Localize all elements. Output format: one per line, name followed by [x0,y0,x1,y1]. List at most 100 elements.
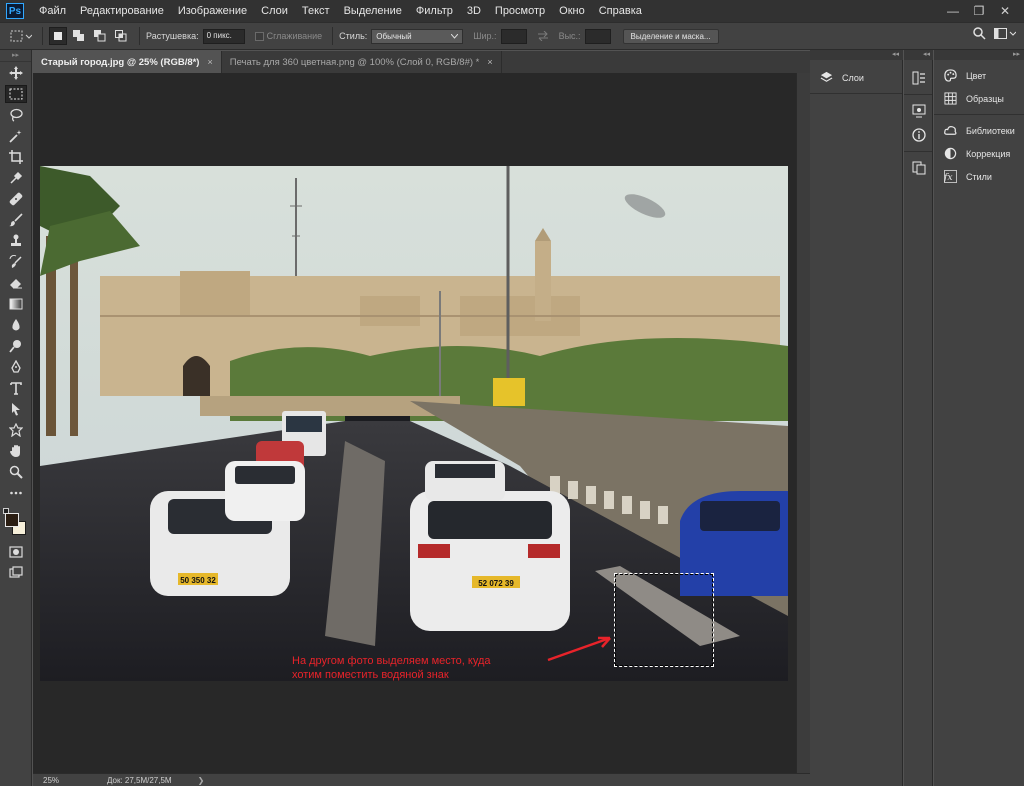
close-icon[interactable]: × [207,57,212,67]
hand-tool[interactable] [0,440,32,461]
add-selection-mode[interactable] [70,27,88,45]
menu-3d[interactable]: 3D [460,0,488,22]
quick-mask-tool[interactable] [0,541,32,562]
screen-mode-tool[interactable] [0,562,32,583]
blur-tool[interactable] [0,314,32,335]
collapse-right-icon[interactable]: ▸▸ [934,50,1024,60]
panel-layers-label: Слои [842,72,864,83]
select-and-mask-button[interactable]: Выделение и маска... [622,28,719,44]
zoom-level[interactable]: 25% [33,776,67,785]
tab-label: Старый город.jpg @ 25% (RGB/8*) [41,56,200,68]
foreground-color-swatch[interactable] [5,513,19,527]
menu-window[interactable]: Окно [552,0,592,22]
tab-old-city[interactable]: Старый город.jpg @ 25% (RGB/8*) × [33,51,222,73]
close-icon[interactable]: × [487,57,492,67]
intersect-selection-mode[interactable] [112,27,130,45]
navigator-panel-button[interactable] [904,99,933,123]
marquee-selection[interactable] [614,573,714,667]
photoshop-logo: Ps [6,3,24,19]
close-button[interactable]: ✕ [992,4,1018,18]
separator [934,114,1024,115]
panel-libraries[interactable]: Библиотеки [934,119,1024,142]
dodge-tool[interactable] [0,335,32,356]
menu-view[interactable]: Просмотр [488,0,552,22]
menu-type[interactable]: Текст [295,0,337,22]
collapse-layers-icon[interactable]: ◂◂ [810,50,903,60]
status-menu-icon[interactable]: ❯ [198,776,205,785]
path-selection-tool[interactable] [0,398,32,419]
swap-dimensions-icon[interactable] [537,31,549,41]
gradient-tool[interactable] [0,293,32,314]
options-bar: Растушевка: 0 пикс. Сглаживание Стиль: О… [0,22,1024,50]
width-input[interactable] [500,28,527,44]
droplet-icon [12,318,20,330]
menu-layer[interactable]: Слои [254,0,295,22]
pen-icon [11,359,21,373]
type-tool[interactable] [0,377,32,398]
move-tool[interactable] [0,62,32,83]
panel-swatches-label: Образцы [966,93,1004,104]
move-icon [9,65,23,80]
toolbar-grip[interactable]: ▸▸ [0,50,31,62]
search-icon[interactable] [973,27,986,40]
vertical-scrollbar[interactable] [796,73,810,773]
panel-color-label: Цвет [966,70,987,81]
menu-filter[interactable]: Фильтр [409,0,460,22]
history-brush-tool[interactable] [0,251,32,272]
brush-tool[interactable] [0,209,32,230]
antialias-checkbox[interactable] [254,31,264,41]
height-input[interactable] [584,28,611,44]
collapse-icons-icon[interactable]: ◂◂ [904,50,933,60]
healing-brush-tool[interactable] [0,188,32,209]
style-select[interactable]: Обычный [371,28,464,44]
right-panel-column: Цвет Образцы Библиотеки Коррекция fx Сти… [934,60,1024,786]
panel-adjustments[interactable]: Коррекция [934,142,1024,165]
quick-selection-tool[interactable] [0,125,32,146]
panel-dock: ◂◂ ◂◂ ▸▸ Слои Цвет Образцы Библиотеки Ко… [810,50,1024,786]
crop-tool[interactable] [0,146,32,167]
workspace-icon[interactable] [994,27,1016,40]
subtract-selection-mode[interactable] [91,27,109,45]
menu-items: Файл Редактирование Изображение Слои Тек… [32,0,649,22]
marquee-preset-icon [10,30,32,42]
custom-shape-tool[interactable] [0,419,32,440]
zoom-tool[interactable] [0,461,32,482]
menu-select[interactable]: Выделение [337,0,409,22]
clone-stamp-tool[interactable] [0,230,32,251]
more-tools[interactable] [0,482,32,503]
minimize-button[interactable]: — [940,4,966,18]
lasso-icon [10,108,23,122]
menu-help[interactable]: Справка [592,0,649,22]
panel-color[interactable]: Цвет [934,64,1024,87]
half-circle-icon [942,146,958,162]
menu-file[interactable]: Файл [32,0,73,22]
info-panel-button[interactable] [904,123,933,147]
document-size: Док: 27,5M/27,5M [107,775,172,785]
tool-preset-picker[interactable] [6,26,36,46]
history-icon [912,71,925,85]
restore-button[interactable]: ❐ [966,4,992,18]
menu-edit[interactable]: Редактирование [73,0,171,22]
menu-image[interactable]: Изображение [171,0,254,22]
svg-text:fx: fx [944,172,953,183]
rectangular-marquee-tool[interactable] [0,83,32,104]
eyedropper-tool[interactable] [0,167,32,188]
menu-bar: Ps Файл Редактирование Изображение Слои … [0,0,1024,22]
panel-styles[interactable]: fx Стили [934,165,1024,188]
arrow-pointer-icon [12,402,20,415]
annotation-line-2: хотим поместить водяной знак [292,669,449,681]
lasso-tool[interactable] [0,104,32,125]
status-bar: 25% Док: 27,5M/27,5M ❯ [33,773,810,786]
paragraph-panel-button[interactable] [904,156,933,180]
tab-print-360[interactable]: Печать для 360 цветная.png @ 100% (Слой … [222,51,502,73]
pen-tool[interactable] [0,356,32,377]
history-panel-button[interactable] [904,66,933,90]
feather-input[interactable]: 0 пикс. [202,28,245,44]
panel-swatches[interactable]: Образцы [934,87,1024,110]
panel-layers[interactable]: Слои [810,66,902,89]
eraser-tool[interactable] [0,272,32,293]
new-selection-mode[interactable] [49,27,67,45]
chevron-down-icon [451,33,459,39]
bandage-icon [9,192,23,205]
window-controls: — ❐ ✕ [940,0,1018,22]
